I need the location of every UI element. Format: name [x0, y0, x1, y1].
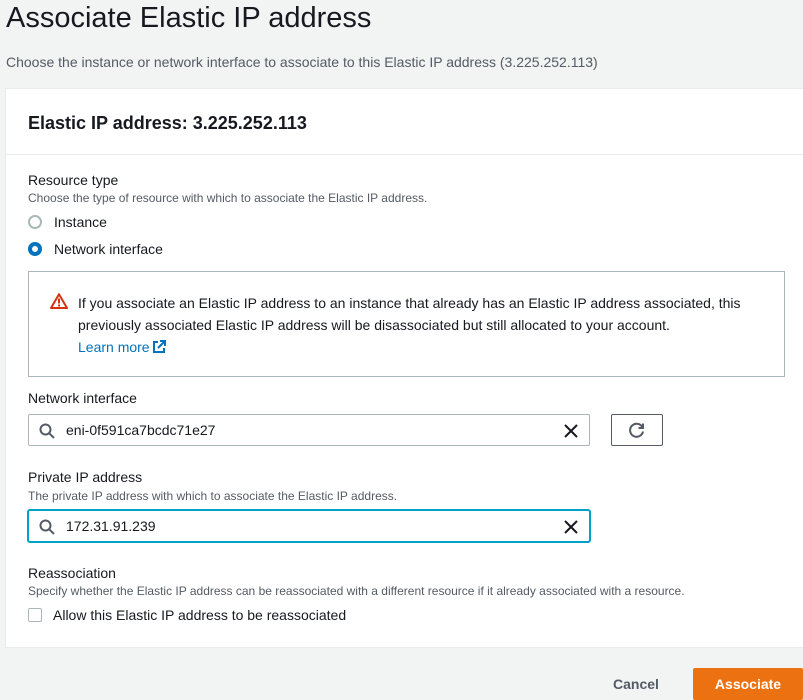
reassociation-checkbox-row[interactable]: Allow this Elastic IP address to be reas…: [28, 607, 346, 623]
radio-network-interface-button[interactable]: [28, 242, 42, 256]
external-link-icon: [152, 340, 166, 353]
reassociation-checkbox[interactable]: [28, 608, 42, 622]
associate-panel: Elastic IP address: 3.225.252.113 Resour…: [5, 88, 803, 648]
panel-header: Elastic IP address: 3.225.252.113: [6, 89, 803, 155]
search-icon: [39, 519, 55, 535]
clear-icon[interactable]: [563, 519, 579, 535]
private-ip-value: 172.31.91.239: [66, 518, 156, 534]
radio-instance[interactable]: Instance: [28, 214, 107, 230]
resource-type-hint: Choose the type of resource with which t…: [28, 191, 428, 205]
radio-network-interface-label: Network interface: [54, 241, 163, 257]
search-icon: [39, 423, 55, 439]
network-interface-value: eni-0f591ca7bcdc71e27: [66, 422, 216, 438]
resource-type-label: Resource type: [28, 172, 119, 188]
panel-header-title: Elastic IP address: 3.225.252.113: [28, 113, 307, 133]
associate-button[interactable]: Associate: [693, 668, 803, 700]
page-description: Choose the instance or network interface…: [6, 54, 598, 70]
warning-alert-text: If you associate an Elastic IP address t…: [78, 292, 768, 358]
network-interface-label: Network interface: [28, 390, 137, 406]
warning-message: If you associate an Elastic IP address t…: [78, 295, 741, 333]
page-title: Associate Elastic IP address: [6, 2, 372, 34]
learn-more-label: Learn more: [78, 339, 150, 355]
reassociation-hint: Specify whether the Elastic IP address c…: [28, 584, 685, 598]
warning-alert: If you associate an Elastic IP address t…: [28, 271, 785, 377]
private-ip-select[interactable]: 172.31.91.239: [28, 510, 590, 542]
radio-instance-label: Instance: [54, 214, 107, 230]
private-ip-label: Private IP address: [28, 469, 143, 485]
radio-instance-button[interactable]: [28, 215, 42, 229]
cancel-button[interactable]: Cancel: [591, 668, 681, 700]
clear-icon[interactable]: [563, 423, 579, 439]
private-ip-hint: The private IP address with which to ass…: [28, 489, 398, 503]
network-interface-select[interactable]: eni-0f591ca7bcdc71e27: [28, 414, 590, 446]
refresh-button[interactable]: [611, 414, 663, 446]
reassociation-checkbox-label: Allow this Elastic IP address to be reas…: [53, 607, 347, 623]
radio-network-interface[interactable]: Network interface: [28, 241, 163, 257]
warning-icon: [50, 293, 68, 309]
reassociation-label: Reassociation: [28, 565, 116, 581]
learn-more-link[interactable]: Learn more: [78, 339, 166, 355]
refresh-icon: [629, 422, 644, 438]
